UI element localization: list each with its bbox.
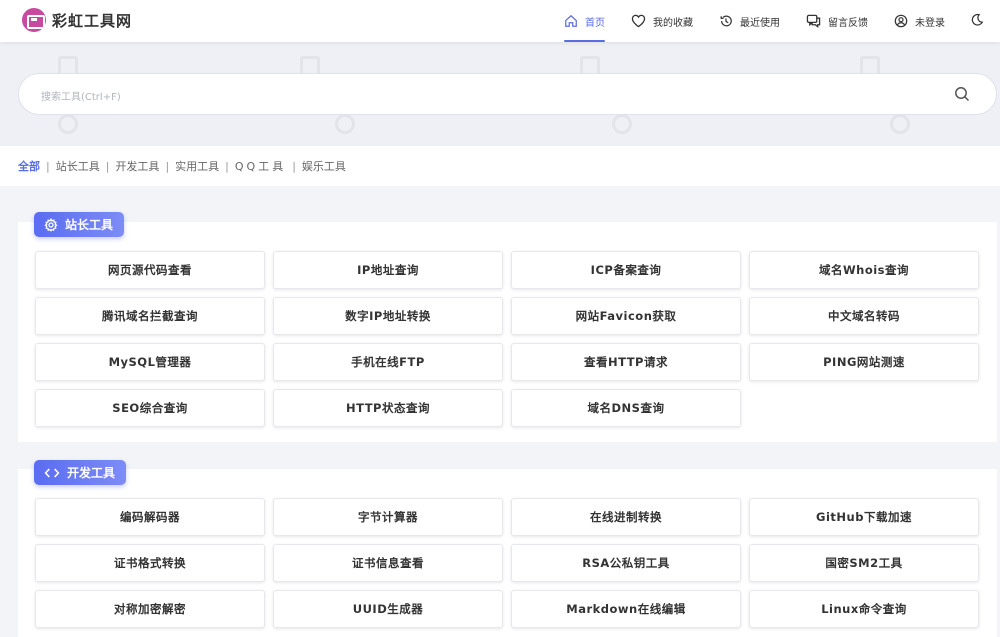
tool-card[interactable]: 网页源代码查看 [35,251,265,289]
decoration-circle [612,114,632,134]
section-title-dev: 开发工具 [34,460,127,485]
search-banner: 搜索工具(Ctrl+F) [0,42,1000,146]
tool-card[interactable]: IP地址查询 [273,251,503,289]
filter-dev[interactable]: 开发工具 [115,158,159,174]
main-nav: 首页 我的收藏 最近使用 留言反馈 未登录 [564,0,971,42]
dev-tools-section: 编码解码器 字节计算器 在线进制转换 GitHub下载加速 证书格式转换 证书信… [18,469,997,637]
filter-webmaster[interactable]: 站长工具 [56,158,100,174]
section-title-label: 站长工具 [65,218,114,232]
nav-favorites[interactable]: 我的收藏 [631,0,693,42]
top-header: 彩虹工具网 首页 我的收藏 最近使用 留言反馈 未登录 [0,0,1000,42]
tool-card[interactable]: 腾讯域名拦截查询 [35,297,265,335]
tool-card[interactable]: 对称加密解密 [35,590,265,628]
logo-icon [22,8,46,32]
site-name: 彩虹工具网 [52,11,133,30]
nav-favorites-label: 我的收藏 [653,17,693,29]
decoration-circle [890,114,910,134]
tool-card[interactable]: Linux命令查询 [749,590,979,628]
site-logo[interactable]: 彩虹工具网 [22,8,132,32]
code-icon [44,467,60,478]
gear-icon [44,217,58,232]
webmaster-tools-section: 网页源代码查看 IP地址查询 ICP备案查询 域名Whois查询 腾讯域名拦截查… [18,222,997,442]
nav-home-label: 首页 [585,17,605,29]
filter-all[interactable]: 全部 [18,158,40,174]
nav-recent[interactable]: 最近使用 [719,0,780,42]
nav-feedback[interactable]: 留言反馈 [806,0,868,42]
tool-card[interactable]: 编码解码器 [35,498,265,536]
nav-login[interactable]: 未登录 [894,0,945,42]
tool-card[interactable]: 数字IP地址转换 [273,297,503,335]
search-placeholder: 搜索工具(Ctrl+F) [41,92,121,103]
nav-feedback-label: 留言反馈 [828,17,868,29]
tool-card[interactable]: 域名DNS查询 [511,389,741,427]
user-icon [894,14,908,28]
nav-login-label: 未登录 [915,17,945,29]
tool-card[interactable]: 在线进制转换 [511,498,741,536]
section-title-label: 开发工具 [67,466,116,480]
category-filter: 全部 | 站长工具 | 开发工具 | 实用工具 | QQ工具 | 娱乐工具 [0,146,1000,186]
tool-card[interactable]: GitHub下载加速 [749,498,979,536]
section-title-webmaster: 站长工具 [34,212,125,237]
search-input[interactable]: 搜索工具(Ctrl+F) [18,73,997,115]
filter-separator: | [46,159,50,173]
tool-card[interactable]: UUID生成器 [273,590,503,628]
history-icon [720,15,732,27]
tool-card[interactable]: 中文域名转码 [749,297,979,335]
filter-entertainment[interactable]: 娱乐工具 [302,158,346,174]
filter-utility[interactable]: 实用工具 [175,158,219,174]
search-icon[interactable] [954,86,970,102]
tool-card[interactable]: Markdown在线编辑 [511,590,741,628]
tool-card[interactable]: RSA公私钥工具 [511,544,741,582]
nav-home[interactable]: 首页 [564,0,605,42]
tool-grid: 网页源代码查看 IP地址查询 ICP备案查询 域名Whois查询 腾讯域名拦截查… [35,251,979,427]
tool-card[interactable]: 手机在线FTP [273,343,503,381]
filter-separator: | [292,159,296,173]
heart-icon [631,14,646,28]
filter-separator: | [225,159,229,173]
tool-card[interactable]: HTTP状态查询 [273,389,503,427]
tool-card[interactable]: 域名Whois查询 [749,251,979,289]
decoration-circle [58,114,78,134]
tool-card[interactable]: 字节计算器 [273,498,503,536]
filter-qq[interactable]: QQ工具 [235,158,286,174]
chat-icon [806,14,821,28]
tool-card[interactable]: PING网站测速 [749,343,979,381]
filter-separator: | [165,159,170,173]
filter-separator: | [105,159,110,173]
home-icon [565,14,577,27]
tool-card[interactable]: 证书格式转换 [35,544,265,582]
tool-grid: 编码解码器 字节计算器 在线进制转换 GitHub下载加速 证书格式转换 证书信… [35,498,979,628]
tool-card[interactable]: 国密SM2工具 [749,544,979,582]
tool-card[interactable]: 网站Favicon获取 [511,297,741,335]
tool-card[interactable]: MySQL管理器 [35,343,265,381]
nav-recent-label: 最近使用 [740,17,780,29]
tool-card[interactable]: 证书信息查看 [273,544,503,582]
decoration-circle [335,114,355,134]
moon-icon [971,13,984,26]
tool-card[interactable]: SEO综合查询 [35,389,265,427]
tool-card[interactable]: ICP备案查询 [511,251,741,289]
theme-toggle-button[interactable] [970,12,984,31]
tool-card[interactable]: 查看HTTP请求 [511,343,741,381]
